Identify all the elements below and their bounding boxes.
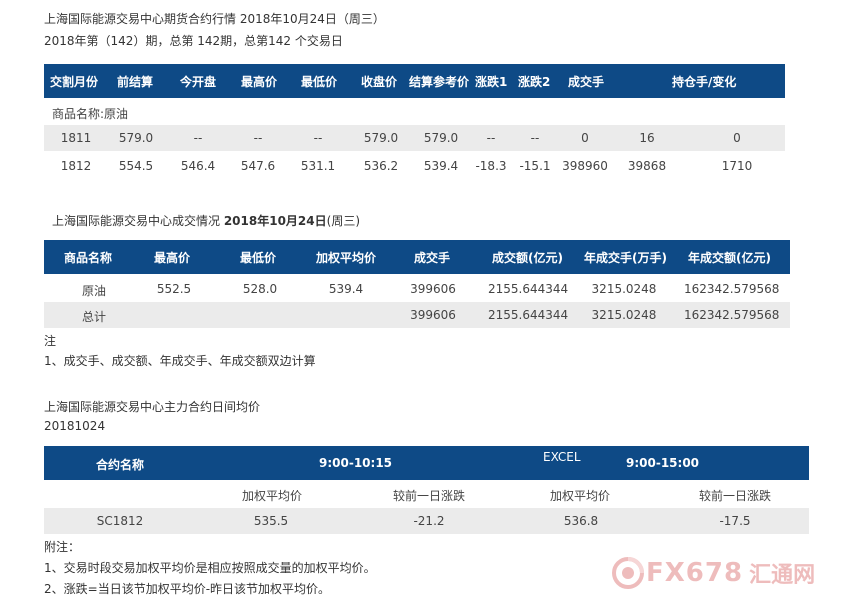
- section3-date: 20181024: [44, 419, 106, 433]
- s3-sub-change-1: 较前一日涨跌: [392, 489, 465, 503]
- s2-r1-weighted-avg: 539.4: [328, 282, 364, 296]
- s1-r2-settle-ref: 539.4: [423, 159, 459, 173]
- s3-sub-weighted-avg-1: 加权平均价: [241, 489, 302, 503]
- s2-header-product: 商品名称: [64, 251, 113, 265]
- s3-r-weighted-avg-1: 535.5: [253, 514, 289, 528]
- section2-title-date: 2018年10月24日: [223, 214, 327, 228]
- s3-r-change-1: -21.2: [413, 514, 445, 528]
- s2-header-low: 最低价: [240, 251, 277, 265]
- s1-r2-volume: 398960: [562, 159, 608, 173]
- s1-header-low: 最低价: [301, 75, 338, 89]
- s1-r2-month: 1812: [60, 159, 92, 173]
- s1-header-delivery-month: 交割月份: [50, 75, 99, 89]
- s1-r1-change1: --: [486, 131, 496, 145]
- s3-header-session2: 9:00-15:00: [626, 456, 700, 470]
- s1-r1-close: 579.0: [363, 131, 399, 145]
- s2-header-annual-turnover: 年成交额(亿元): [688, 251, 771, 265]
- s1-r1-change2: --: [530, 131, 540, 145]
- s2-r1-product: 原油: [81, 284, 106, 298]
- s1-header-change1: 涨跌1: [475, 75, 508, 89]
- s3-sub-weighted-avg-2: 加权平均价: [549, 489, 610, 503]
- s1-r2-close: 536.2: [363, 159, 399, 173]
- s2-r1-volume: 399606: [410, 282, 456, 296]
- watermark-brand: FX678: [646, 558, 744, 588]
- section1-title: 上海国际能源交易中心期货合约行情 2018年10月24日（周三）: [44, 12, 385, 26]
- s3-r-weighted-avg-2: 536.8: [563, 514, 599, 528]
- s1-r2-change1: -18.3: [475, 159, 507, 173]
- s2-header-annual-volume: 年成交手(万手): [584, 251, 667, 265]
- s1-r1-low: --: [313, 131, 323, 145]
- s1-header-change2: 涨跌2: [518, 75, 551, 89]
- s1-r1-open-interest: 16: [639, 131, 655, 145]
- section2-title: 上海国际能源交易中心成交情况 2018年10月24日(周三): [52, 212, 360, 229]
- s3-r-contract: SC1812: [96, 514, 144, 528]
- s1-r2-low: 531.1: [300, 159, 336, 173]
- fx678-logo-icon: [612, 557, 644, 589]
- s1-header-settle-ref: 结算参考价: [409, 75, 470, 89]
- s1-header-open: 今开盘: [180, 75, 217, 89]
- s2-note-title: 注: [44, 334, 57, 348]
- s2-header-volume: 成交手: [414, 251, 451, 265]
- s1-r2-open-interest: 39868: [627, 159, 667, 173]
- section2-title-prefix: 上海国际能源交易中心成交情况: [52, 214, 224, 228]
- s3-sub-change-2: 较前一日涨跌: [698, 489, 771, 503]
- watermark-cn: 汇通网: [749, 563, 816, 588]
- section2-title-suffix: (周三): [326, 214, 361, 228]
- s1-r2-change: 1710: [721, 159, 753, 173]
- s2-r2-product: 总计: [81, 310, 106, 324]
- s2-r1-annual-volume: 3215.0248: [591, 282, 657, 296]
- s1-r1-prev-settle: 579.0: [118, 131, 154, 145]
- fx678-watermark: FX678 汇通网: [610, 548, 835, 598]
- s2-note-1: 1、成交手、成交额、年成交手、年成交额双边计算: [44, 354, 316, 368]
- s1-r1-change: 0: [733, 131, 741, 145]
- s1-header-close: 收盘价: [361, 75, 398, 89]
- s3-note-1: 1、交易时段交易加权平均价是相应按照成交量的加权平均价。: [44, 561, 376, 575]
- s3-header-session1: 9:00-10:15: [319, 456, 393, 470]
- s1-r1-high: --: [253, 131, 263, 145]
- s1-r2-change2: -15.1: [519, 159, 551, 173]
- s3-header-excel: EXCEL: [543, 450, 581, 464]
- s2-r1-turnover: 2155.644344: [488, 282, 569, 296]
- s2-r2-annual-volume: 3215.0248: [591, 308, 657, 322]
- s3-r-change-2: -17.5: [719, 514, 751, 528]
- s3-note-title: 附注：: [44, 540, 81, 554]
- s1-r1-volume: 0: [581, 131, 589, 145]
- s1-r2-prev-settle: 554.5: [118, 159, 154, 173]
- s2-r2-annual-turnover: 162342.579568: [684, 308, 780, 322]
- s2-header-weighted-avg: 加权平均价: [316, 251, 377, 265]
- s1-r1-settle-ref: 579.0: [423, 131, 459, 145]
- section3-title: 上海国际能源交易中心主力合约日间均价: [44, 400, 261, 414]
- s2-header-turnover: 成交额(亿元): [492, 251, 563, 265]
- s2-r1-low: 528.0: [242, 282, 278, 296]
- s2-header-high: 最高价: [154, 251, 191, 265]
- s1-product-label: 商品名称:原油: [52, 107, 129, 121]
- s1-r1-open: --: [193, 131, 203, 145]
- s1-r1-month: 1811: [60, 131, 92, 145]
- s1-header-high: 最高价: [241, 75, 278, 89]
- s2-r2-turnover: 2155.644344: [488, 308, 569, 322]
- section1-subtitle: 2018年第（142）期，总第 142期，总第142 个交易日: [44, 34, 343, 48]
- s1-header-open-interest: 持仓手/变化: [672, 75, 737, 89]
- s1-r2-high: 547.6: [240, 159, 276, 173]
- s1-r2-open: 546.4: [180, 159, 216, 173]
- s3-header-contract: 合约名称: [96, 458, 145, 472]
- s2-r1-high: 552.5: [156, 282, 192, 296]
- s1-header-prev-settle: 前结算: [117, 75, 154, 89]
- s2-r2-volume: 399606: [410, 308, 456, 322]
- s2-r1-annual-turnover: 162342.579568: [684, 282, 780, 296]
- s3-note-2: 2、涨跌=当日该节加权平均价-昨日该节加权平均价。: [44, 582, 331, 596]
- s1-header-volume: 成交手: [568, 75, 605, 89]
